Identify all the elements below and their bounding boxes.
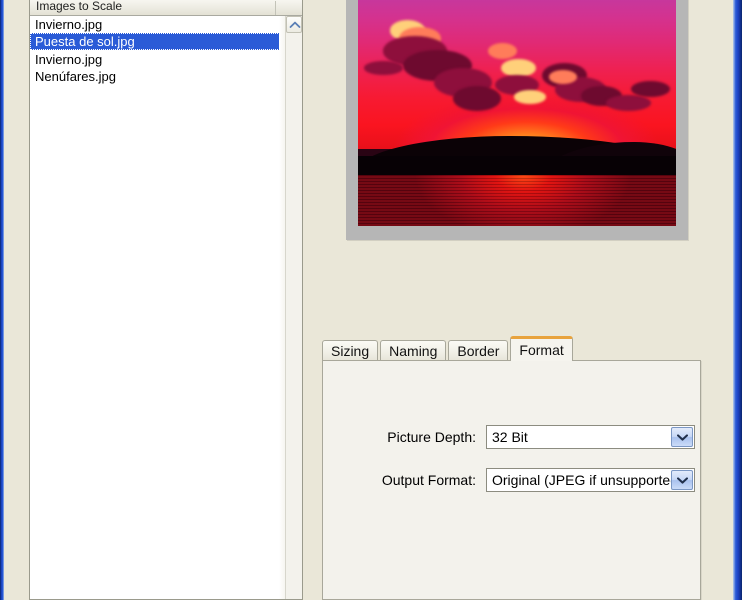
list-item-label: Nenúfares.jpg	[35, 69, 116, 84]
app-window: Images to Scale Invierno.jpg Puesta de s…	[0, 0, 742, 600]
list-column-header[interactable]: Images to Scale	[30, 0, 302, 16]
tab-sizing[interactable]: Sizing	[322, 340, 379, 361]
list-item-row-wrapper: Puesta de sol.jpg	[30, 33, 302, 51]
output-format-select[interactable]: Original (JPEG if unsupported)	[486, 468, 695, 492]
window-border-left	[0, 0, 4, 600]
list-item[interactable]: Nenúfares.jpg	[30, 68, 302, 85]
tab-border[interactable]: Border	[448, 340, 509, 361]
cloud	[548, 70, 578, 84]
tab-label: Border	[457, 343, 500, 359]
preview-image	[358, 0, 676, 226]
chevron-down-icon[interactable]	[671, 470, 693, 490]
output-format-row: Output Format: Original (JPEG if unsuppo…	[356, 468, 695, 492]
chevron-up-icon[interactable]	[286, 16, 302, 33]
cloud	[606, 94, 651, 111]
output-format-label: Output Format:	[381, 472, 476, 488]
list-column-header-label: Images to Scale	[36, 0, 123, 13]
tab-format[interactable]: Format	[510, 336, 573, 361]
cloud	[631, 81, 670, 98]
picture-depth-value: 32 Bit	[492, 429, 528, 445]
preview-frame	[346, 0, 688, 240]
picture-depth-label: Picture Depth:	[387, 429, 476, 445]
output-format-value: Original (JPEG if unsupported)	[492, 472, 674, 488]
tab-strip: Sizing Naming Border Format	[322, 336, 701, 361]
tab-label: Format	[519, 342, 564, 358]
list-scrollbar[interactable]	[285, 16, 302, 599]
tab-naming[interactable]: Naming	[380, 340, 447, 361]
list-item-label: Invierno.jpg	[35, 17, 103, 32]
list-body: Invierno.jpg Puesta de sol.jpg Invierno.…	[30, 16, 302, 599]
cloud	[513, 90, 546, 104]
water-texture	[358, 175, 676, 226]
tab-page-format: Picture Depth: 32 Bit Output Format: Ori…	[322, 360, 701, 600]
tab-label: Sizing	[331, 343, 370, 359]
chevron-down-icon[interactable]	[671, 427, 693, 447]
list-item[interactable]: Invierno.jpg	[30, 16, 302, 33]
window-border-right	[733, 0, 742, 600]
list-item-label: Puesta de sol.jpg	[35, 34, 135, 49]
cloud	[488, 42, 517, 59]
list-item[interactable]: Invierno.jpg	[30, 51, 302, 68]
column-divider	[275, 1, 276, 15]
options-tab-control: Sizing Naming Border Format Picture Dept…	[322, 336, 701, 600]
list-item-label: Invierno.jpg	[35, 52, 103, 67]
picture-depth-select[interactable]: 32 Bit	[486, 425, 695, 449]
tab-label: Naming	[389, 343, 438, 359]
images-to-scale-list[interactable]: Images to Scale Invierno.jpg Puesta de s…	[29, 0, 303, 600]
cloud	[453, 85, 502, 111]
picture-depth-row: Picture Depth: 32 Bit	[356, 425, 695, 449]
cloud	[364, 61, 403, 75]
list-item[interactable]: Puesta de sol.jpg	[30, 33, 282, 50]
